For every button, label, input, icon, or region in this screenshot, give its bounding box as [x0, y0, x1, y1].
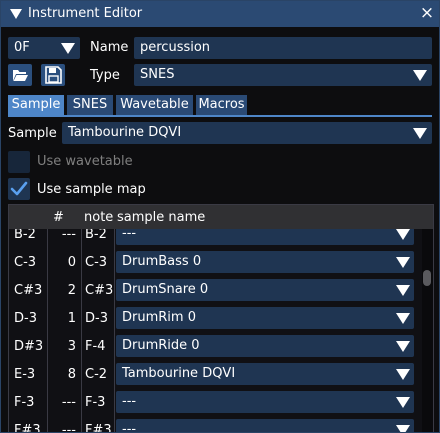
row-sample-name: --- — [122, 394, 137, 409]
row-key: E-3 — [14, 367, 36, 382]
chevron-down-icon — [396, 229, 410, 240]
save-button[interactable] — [41, 64, 65, 86]
chevron-down-icon — [396, 257, 410, 268]
row-sample-select[interactable]: DrumRim 0 — [116, 307, 414, 329]
name-label: Name — [90, 40, 129, 55]
sample-map-table: # note sample name B-2 --- B-2 --- C-3 0… — [8, 204, 434, 433]
row-key: C-3 — [14, 255, 37, 270]
row-key: B-2 — [14, 227, 36, 242]
chevron-down-icon — [61, 43, 75, 54]
use-sample-map-checkbox[interactable] — [8, 178, 30, 200]
sample-value: Tambourine DQVI — [68, 125, 182, 140]
row-number: 2 — [67, 283, 76, 298]
table-row: C-3 0 C-3 DrumBass 0 — [9, 247, 421, 275]
chevron-down-icon — [396, 397, 410, 408]
folder-open-icon — [13, 70, 28, 81]
row-sample-name: DrumSnare 0 — [122, 282, 209, 297]
tab-macros[interactable]: Macros — [196, 95, 247, 115]
row-number: 8 — [67, 367, 76, 382]
table-row: D#3 3 F-4 DrumRide 0 — [9, 331, 421, 359]
row-note[interactable]: D-3 — [85, 311, 108, 326]
row-note[interactable]: B-2 — [85, 227, 107, 242]
row-key: C#3 — [14, 283, 43, 298]
use-sample-map-label: Use sample map — [37, 182, 146, 197]
close-icon[interactable]: × — [419, 5, 435, 22]
col-header-sample-name: sample name — [117, 210, 206, 225]
row-sample-name: --- — [122, 422, 137, 433]
col-header-number: # — [53, 210, 64, 225]
row-number: 1 — [67, 311, 76, 326]
use-wavetable-label: Use wavetable — [37, 154, 133, 169]
row-sample-select[interactable]: --- — [116, 419, 414, 433]
table-row: E-3 8 C-2 Tambourine DQVI — [9, 359, 421, 387]
tab-snes[interactable]: SNES — [67, 95, 113, 115]
row-note[interactable]: C#3 — [85, 283, 113, 298]
row-sample-name: DrumBass 0 — [122, 254, 202, 269]
type-label: Type — [90, 68, 120, 83]
type-value: SNES — [140, 67, 175, 82]
row-number: --- — [61, 395, 76, 410]
title-bar[interactable]: Instrument Editor × — [1, 1, 439, 27]
col-header-note: note — [84, 210, 114, 225]
table-header-overlay: # note sample name — [9, 205, 433, 229]
row-key: D-3 — [14, 311, 37, 326]
row-note[interactable]: F-3 — [85, 395, 105, 410]
row-sample-name: DrumRide 0 — [122, 338, 200, 353]
use-wavetable-checkbox[interactable] — [8, 151, 30, 173]
instrument-select[interactable]: 0F — [8, 37, 80, 59]
chevron-down-icon — [413, 128, 427, 139]
table-scrollbar[interactable] — [422, 229, 433, 432]
row-sample-select[interactable]: DrumRide 0 — [116, 335, 414, 357]
type-select[interactable]: SNES — [134, 64, 432, 86]
table-row: C#3 2 C#3 DrumSnare 0 — [9, 275, 421, 303]
row-key: F-3 — [14, 395, 35, 410]
row-key: D#3 — [14, 339, 44, 354]
instrument-number: 0F — [14, 40, 30, 55]
name-input[interactable]: percussion — [134, 37, 432, 59]
row-number: --- — [61, 423, 76, 433]
sample-label: Sample — [8, 126, 57, 141]
table-row: F#3 --- F#3 --- — [9, 415, 421, 433]
window-title: Instrument Editor — [28, 6, 143, 21]
sample-select[interactable]: Tambourine DQVI — [62, 122, 432, 144]
tab-underline — [8, 115, 432, 117]
table-row: D-3 1 D-3 DrumRim 0 — [9, 303, 421, 331]
name-value: percussion — [140, 40, 211, 55]
row-note[interactable]: F-4 — [85, 339, 105, 354]
chevron-down-icon — [396, 369, 410, 380]
row-number: 0 — [67, 255, 76, 270]
open-button[interactable] — [8, 64, 32, 86]
table-row: F-3 --- F-3 --- — [9, 387, 421, 415]
checkmark-icon — [10, 181, 28, 196]
row-note[interactable]: C-3 — [85, 255, 107, 270]
chevron-down-icon — [396, 285, 410, 296]
row-key: F#3 — [14, 423, 41, 433]
row-sample-select[interactable]: Tambourine DQVI — [116, 363, 414, 385]
row-sample-select[interactable]: DrumBass 0 — [116, 251, 414, 273]
row-note[interactable]: C-2 — [85, 367, 107, 382]
row-number: 3 — [67, 339, 76, 354]
scrollbar-thumb[interactable] — [423, 270, 431, 286]
chevron-down-icon — [396, 341, 410, 352]
row-sample-select[interactable]: --- — [116, 391, 414, 413]
instrument-editor-window: Instrument Editor × 0F Name percussion T… — [0, 0, 440, 433]
tab-sample[interactable]: Sample — [8, 95, 64, 115]
tab-wavetable[interactable]: Wavetable — [116, 95, 193, 115]
row-sample-select[interactable]: DrumSnare 0 — [116, 279, 414, 301]
floppy-disk-icon — [45, 66, 62, 84]
chevron-down-icon — [396, 425, 410, 432]
row-sample-name: DrumRim 0 — [122, 310, 196, 325]
row-number: --- — [61, 227, 76, 242]
collapse-triangle-icon[interactable] — [10, 9, 22, 19]
row-note[interactable]: F#3 — [85, 423, 112, 432]
chevron-down-icon — [396, 313, 410, 324]
chevron-down-icon — [413, 70, 427, 81]
row-sample-name: Tambourine DQVI — [122, 366, 236, 381]
